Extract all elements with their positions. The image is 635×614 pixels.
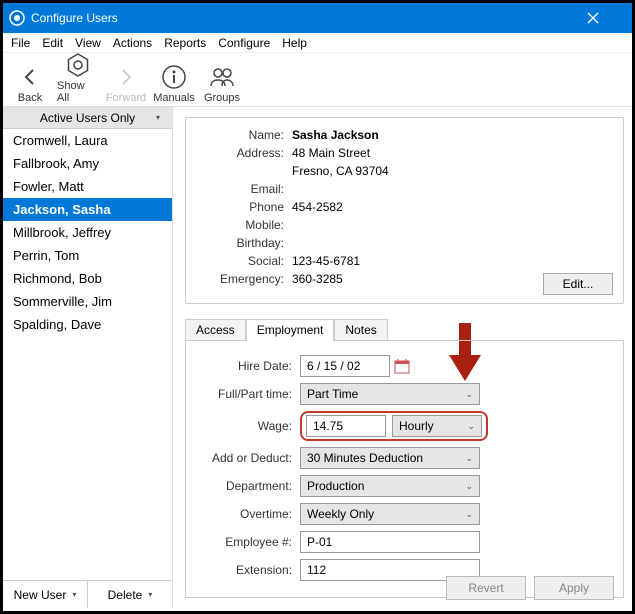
- manuals-button[interactable]: Manuals: [153, 63, 195, 104]
- label-overtime: Overtime:: [198, 507, 300, 521]
- close-button[interactable]: [587, 12, 632, 24]
- user-list-item[interactable]: Cromwell, Laura: [3, 129, 172, 152]
- tab-notes[interactable]: Notes: [334, 319, 387, 341]
- menu-help[interactable]: Help: [278, 36, 311, 50]
- user-summary-panel: Name:Sasha Jackson Address:48 Main Stree…: [185, 117, 624, 304]
- value-address1: 48 Main Street: [292, 146, 613, 160]
- wage-highlight: 14.75 Hourly⌄: [300, 411, 488, 441]
- value-social: 123-45-6781: [292, 254, 613, 268]
- caret-down-icon: ▾: [156, 113, 160, 122]
- window-title: Configure Users: [31, 11, 587, 25]
- department-select[interactable]: Production⌄: [300, 475, 480, 497]
- gear-hex-icon: [64, 51, 92, 79]
- user-list: Cromwell, LauraFallbrook, AmyFowler, Mat…: [3, 129, 172, 580]
- hire-date-field[interactable]: 6 / 15 / 02: [300, 355, 390, 377]
- label-extension: Extension:: [198, 563, 300, 577]
- menu-view[interactable]: View: [71, 36, 105, 50]
- caret-down-icon: ▾: [148, 590, 152, 599]
- tab-employment[interactable]: Employment: [246, 319, 335, 341]
- groups-button[interactable]: Groups: [201, 63, 243, 104]
- user-list-item[interactable]: Sommerville, Jim: [3, 290, 172, 313]
- label-birthday: Birthday:: [196, 236, 292, 250]
- label-phone: Phone: [196, 200, 292, 214]
- chevron-down-icon: ⌄: [467, 421, 475, 432]
- label-fullpart: Full/Part time:: [198, 387, 300, 401]
- chevron-down-icon: ⌄: [465, 509, 473, 520]
- caret-down-icon: ▾: [72, 590, 76, 599]
- label-department: Department:: [198, 479, 300, 493]
- user-list-item[interactable]: Richmond, Bob: [3, 267, 172, 290]
- chevron-right-icon: [112, 63, 140, 91]
- label-wage: Wage:: [198, 419, 300, 433]
- chevron-down-icon: ⌄: [465, 453, 473, 464]
- user-list-item[interactable]: Fallbrook, Amy: [3, 152, 172, 175]
- label-employee-no: Employee #:: [198, 535, 300, 549]
- tab-access[interactable]: Access: [185, 319, 246, 341]
- label-mobile: Mobile:: [196, 218, 292, 232]
- menu-reports[interactable]: Reports: [160, 36, 210, 50]
- overtime-select[interactable]: Weekly Only⌄: [300, 503, 480, 525]
- label-name: Name:: [196, 128, 292, 142]
- user-filter-dropdown[interactable]: Active Users Only ▾: [3, 107, 172, 129]
- delete-button[interactable]: Delete ▾: [88, 581, 172, 608]
- wage-amount-field[interactable]: 14.75: [306, 415, 386, 437]
- chevron-down-icon: ⌄: [465, 481, 473, 492]
- wage-type-select[interactable]: Hourly⌄: [392, 415, 482, 437]
- menubar: File Edit View Actions Reports Configure…: [3, 33, 632, 53]
- menu-file[interactable]: File: [7, 36, 34, 50]
- value-mobile: [292, 218, 613, 232]
- menu-configure[interactable]: Configure: [214, 36, 274, 50]
- revert-button[interactable]: Revert: [446, 576, 526, 600]
- employment-tab-panel: Hire Date: 6 / 15 / 02 Full/Part time: P…: [185, 340, 624, 598]
- menu-actions[interactable]: Actions: [109, 36, 156, 50]
- value-address2: Fresno, CA 93704: [292, 164, 613, 178]
- show-all-button[interactable]: Show All: [57, 51, 99, 104]
- user-list-item[interactable]: Jackson, Sasha: [3, 198, 172, 221]
- calendar-icon[interactable]: [394, 358, 410, 374]
- employee-no-field[interactable]: P-01: [300, 531, 480, 553]
- users-icon: [208, 63, 236, 91]
- forward-button: Forward: [105, 63, 147, 104]
- add-deduct-select[interactable]: 30 Minutes Deduction⌄: [300, 447, 480, 469]
- user-list-item[interactable]: Perrin, Tom: [3, 244, 172, 267]
- apply-button[interactable]: Apply: [534, 576, 614, 600]
- label-emergency: Emergency:: [196, 272, 292, 286]
- label-social: Social:: [196, 254, 292, 268]
- user-list-item[interactable]: Fowler, Matt: [3, 175, 172, 198]
- value-name: Sasha Jackson: [292, 128, 613, 142]
- edit-button[interactable]: Edit...: [543, 273, 613, 295]
- label-add-deduct: Add or Deduct:: [198, 451, 300, 465]
- chevron-left-icon: [16, 63, 44, 91]
- toolbar: Back Show All Forward Manuals Groups: [3, 53, 632, 107]
- user-list-item[interactable]: Millbrook, Jeffrey: [3, 221, 172, 244]
- chevron-down-icon: ⌄: [465, 389, 473, 400]
- fullpart-select[interactable]: Part Time⌄: [300, 383, 480, 405]
- user-list-item[interactable]: Spalding, Dave: [3, 313, 172, 336]
- back-button[interactable]: Back: [9, 63, 51, 104]
- label-hire-date: Hire Date:: [198, 359, 300, 373]
- label-email: Email:: [196, 182, 292, 196]
- value-birthday: [292, 236, 613, 250]
- value-email: [292, 182, 613, 196]
- label-address: Address:: [196, 146, 292, 160]
- new-user-button[interactable]: New User ▾: [3, 581, 88, 608]
- app-icon: [9, 10, 25, 26]
- menu-edit[interactable]: Edit: [38, 36, 67, 50]
- info-icon: [160, 63, 188, 91]
- value-phone: 454-2582: [292, 200, 613, 214]
